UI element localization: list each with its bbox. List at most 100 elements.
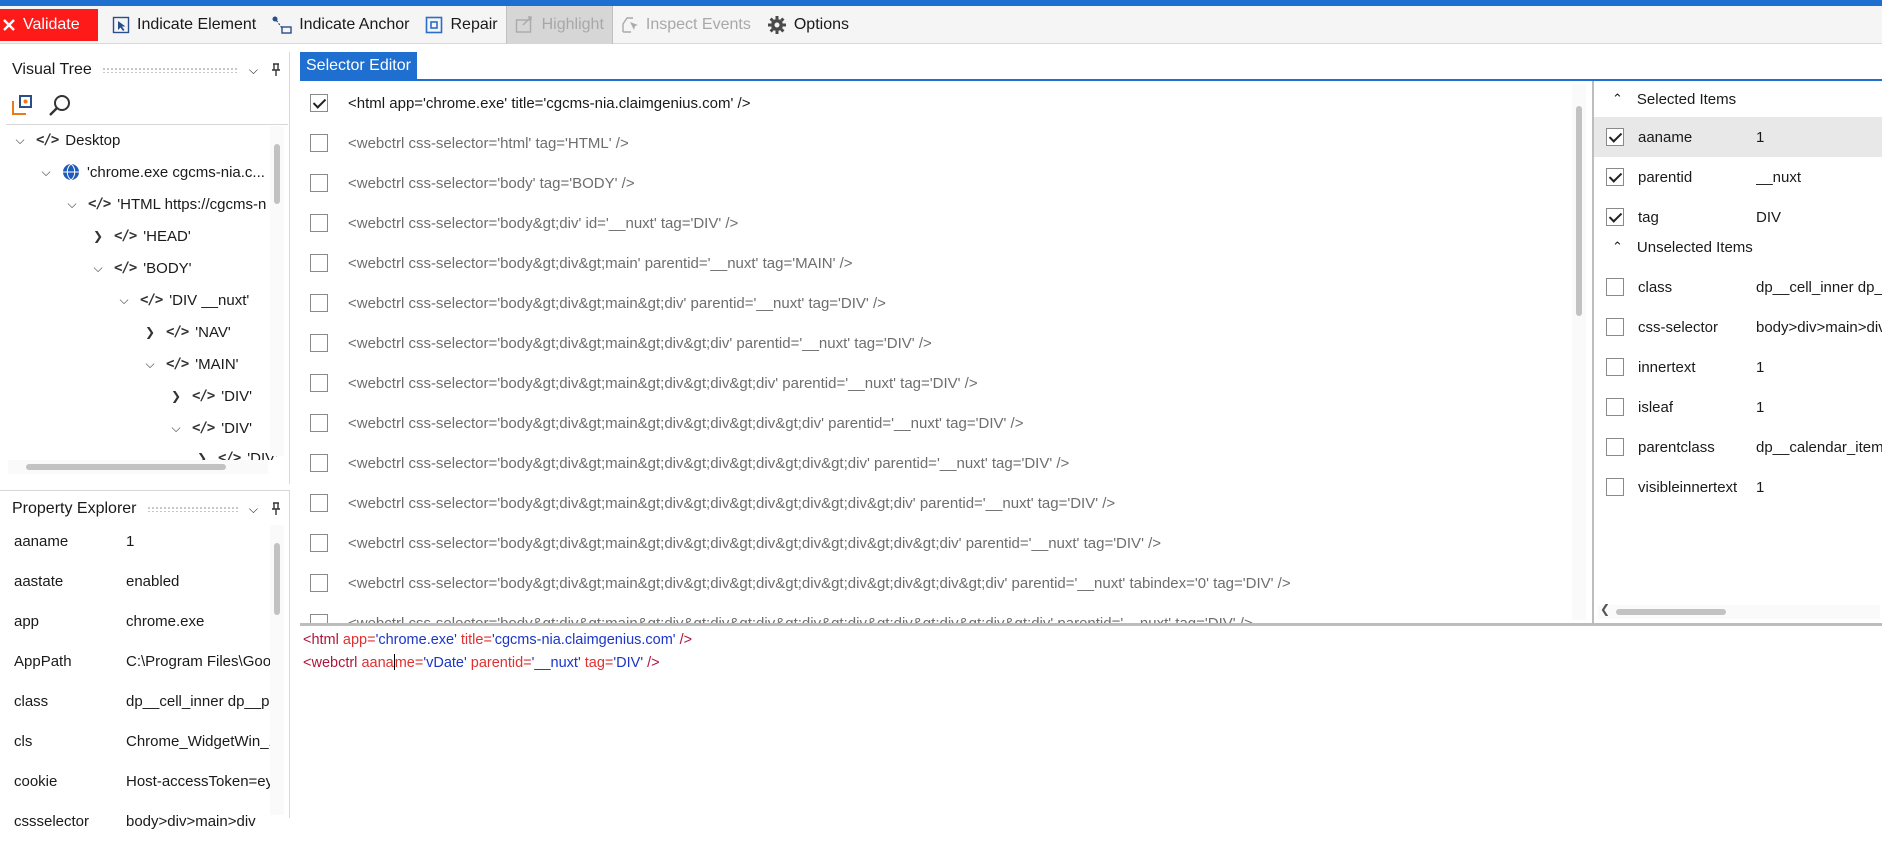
highlight-button[interactable]: Highlight <box>505 5 613 44</box>
pin-icon[interactable] <box>270 63 282 77</box>
attribute-row[interactable]: parentid __nuxt <box>1594 157 1882 197</box>
selector-row[interactable]: <webctrl css-selector='body&gt;div&gt;ma… <box>300 483 1580 523</box>
chevron-right-icon[interactable]: ❯ <box>168 389 184 403</box>
selector-code-editor[interactable]: <html app='chrome.exe' title='cgcms-nia.… <box>300 626 1882 818</box>
chevron-down-icon[interactable]: ⌵ <box>90 261 106 276</box>
selector-row[interactable]: <html app='chrome.exe' title='cgcms-nia.… <box>300 83 1580 123</box>
select-target-icon[interactable] <box>10 93 34 117</box>
attribute-checkbox[interactable] <box>1606 398 1624 416</box>
selector-row[interactable]: <webctrl css-selector='body&gt;div&gt;ma… <box>300 323 1580 363</box>
tree-node-body[interactable]: ⌵ </> 'BODY' <box>90 253 191 283</box>
unselected-items-header[interactable]: ⌃ Unselected Items <box>1612 233 1753 261</box>
options-button[interactable]: Options <box>759 8 857 42</box>
selector-row[interactable]: <webctrl css-selector='body&gt;div&gt;ma… <box>300 243 1580 283</box>
tree-node-div[interactable]: ❯ </> 'DIV' <box>168 381 252 411</box>
attribute-checkbox[interactable] <box>1606 128 1624 146</box>
tab-selector-editor[interactable]: Selector Editor <box>300 52 417 79</box>
selector-row[interactable]: <webctrl css-selector='body' tag='BODY' … <box>300 163 1580 203</box>
chevron-down-icon[interactable]: ⌵ <box>116 293 132 308</box>
selector-checkbox[interactable] <box>310 174 328 192</box>
attribute-checkbox[interactable] <box>1606 208 1624 226</box>
selector-checkbox[interactable] <box>310 294 328 312</box>
selector-checkbox[interactable] <box>310 214 328 232</box>
chevron-down-icon[interactable]: ⌵ <box>249 63 258 78</box>
attribute-value[interactable]: dp__calendar_item <box>1756 439 1882 456</box>
chevron-right-icon[interactable]: ❯ <box>90 229 106 243</box>
attribute-row[interactable]: tag DIV <box>1594 197 1882 237</box>
tree-node-div-child[interactable]: ❯ </> 'DIV' <box>194 443 278 461</box>
chevron-up-icon[interactable]: ⌃ <box>1612 239 1623 255</box>
drag-grip[interactable] <box>146 506 239 512</box>
attribute-row[interactable]: innertext 1 <box>1594 347 1882 387</box>
selector-row[interactable]: <webctrl css-selector='body&gt;div&gt;ma… <box>300 523 1580 563</box>
attribute-row[interactable]: aaname 1 <box>1594 117 1882 157</box>
tree-node-div-expanded[interactable]: ⌵ </> 'DIV' <box>168 413 252 443</box>
chevron-down-icon[interactable]: ⌵ <box>168 421 184 436</box>
attribute-value[interactable]: dp__cell_inner dp__p <box>1756 279 1882 296</box>
selector-row[interactable]: <webctrl css-selector='body&gt;div' id='… <box>300 203 1580 243</box>
tree-node-main[interactable]: ⌵ </> 'MAIN' <box>142 349 238 379</box>
selector-checkbox[interactable] <box>310 94 328 112</box>
selector-checkbox[interactable] <box>310 614 328 623</box>
selector-row[interactable]: <webctrl css-selector='body&gt;div&gt;ma… <box>300 283 1580 323</box>
tree-node-nav[interactable]: ❯ </> 'NAV' <box>142 317 231 347</box>
scroll-thumb[interactable] <box>26 464 226 470</box>
selector-row[interactable]: <webctrl css-selector='html' tag='HTML' … <box>300 123 1580 163</box>
chevron-right-icon[interactable]: ❯ <box>142 325 158 339</box>
chevron-down-icon[interactable]: ⌵ <box>12 133 28 148</box>
attribute-checkbox[interactable] <box>1606 318 1624 336</box>
indicate-anchor-button[interactable]: Indicate Anchor <box>264 8 417 42</box>
validate-button[interactable]: Validate <box>0 8 98 41</box>
tree-node-head[interactable]: ❯ </> 'HEAD' <box>90 221 191 251</box>
selector-row[interactable]: <webctrl css-selector='body&gt;div&gt;ma… <box>300 403 1580 443</box>
attribute-row[interactable]: css-selector body>div>main>div <box>1594 307 1882 347</box>
attribute-row[interactable]: visibleinnertext 1 <box>1594 467 1882 507</box>
chevron-down-icon[interactable]: ⌵ <box>249 502 258 517</box>
attribute-value[interactable]: 1 <box>1756 479 1882 496</box>
attribute-row[interactable]: isleaf 1 <box>1594 387 1882 427</box>
pin-icon[interactable] <box>270 502 282 516</box>
attribute-row[interactable]: class dp__cell_inner dp__p <box>1594 267 1882 307</box>
attribute-value[interactable]: DIV <box>1756 209 1882 226</box>
attribute-value[interactable]: __nuxt <box>1756 169 1882 186</box>
selector-checkbox[interactable] <box>310 254 328 272</box>
scroll-thumb[interactable] <box>274 144 280 204</box>
selector-checkbox[interactable] <box>310 494 328 512</box>
tree-node-chrome[interactable]: ⌵ 'chrome.exe cgcms-nia.c... <box>38 157 264 187</box>
search-icon[interactable] <box>48 93 72 117</box>
selector-checkbox[interactable] <box>310 574 328 592</box>
inspect-events-button[interactable]: Inspect Events <box>613 8 759 42</box>
chevron-right-icon[interactable]: ❯ <box>194 451 210 460</box>
drag-grip[interactable] <box>101 67 239 73</box>
chevron-down-icon[interactable]: ⌵ <box>38 165 54 180</box>
scroll-thumb[interactable] <box>1576 106 1582 316</box>
attribute-checkbox[interactable] <box>1606 478 1624 496</box>
selector-vertical-scrollbar[interactable] <box>1572 84 1586 620</box>
repair-button[interactable]: Repair <box>417 8 505 42</box>
chevron-left-icon[interactable]: ❮ <box>1600 602 1610 616</box>
attribute-checkbox[interactable] <box>1606 358 1624 376</box>
attribute-checkbox[interactable] <box>1606 168 1624 186</box>
selector-row[interactable]: <webctrl css-selector='body&gt;div&gt;ma… <box>300 443 1580 483</box>
tree-node-div-nuxt[interactable]: ⌵ </> 'DIV __nuxt' <box>116 285 249 315</box>
tree-node-html[interactable]: ⌵ </> 'HTML https://cgcms-n <box>64 189 266 219</box>
selector-row[interactable]: <webctrl css-selector='body&gt;div&gt;ma… <box>300 363 1580 403</box>
selector-checkbox[interactable] <box>310 334 328 352</box>
indicate-element-button[interactable]: Indicate Element <box>104 8 264 42</box>
chevron-down-icon[interactable]: ⌵ <box>64 197 80 212</box>
attribute-row[interactable]: parentclass dp__calendar_item <box>1594 427 1882 467</box>
selector-row[interactable]: <webctrl css-selector='body&gt;div&gt;ma… <box>300 603 1580 623</box>
selected-items-header[interactable]: ⌃ Selected Items <box>1612 85 1736 113</box>
attribute-value[interactable]: 1 <box>1756 129 1882 146</box>
property-vertical-scrollbar[interactable] <box>270 525 284 815</box>
scroll-thumb[interactable] <box>1616 609 1726 615</box>
tree-horizontal-scrollbar[interactable] <box>8 460 268 474</box>
selector-checkbox[interactable] <box>310 534 328 552</box>
selector-row[interactable]: <webctrl css-selector='body&gt;div&gt;ma… <box>300 563 1580 603</box>
attribute-checkbox[interactable] <box>1606 278 1624 296</box>
selector-checkbox[interactable] <box>310 414 328 432</box>
attribute-value[interactable]: body>div>main>div <box>1756 319 1882 336</box>
attribute-value[interactable]: 1 <box>1756 399 1882 416</box>
scroll-thumb[interactable] <box>274 543 280 615</box>
selector-checkbox[interactable] <box>310 134 328 152</box>
